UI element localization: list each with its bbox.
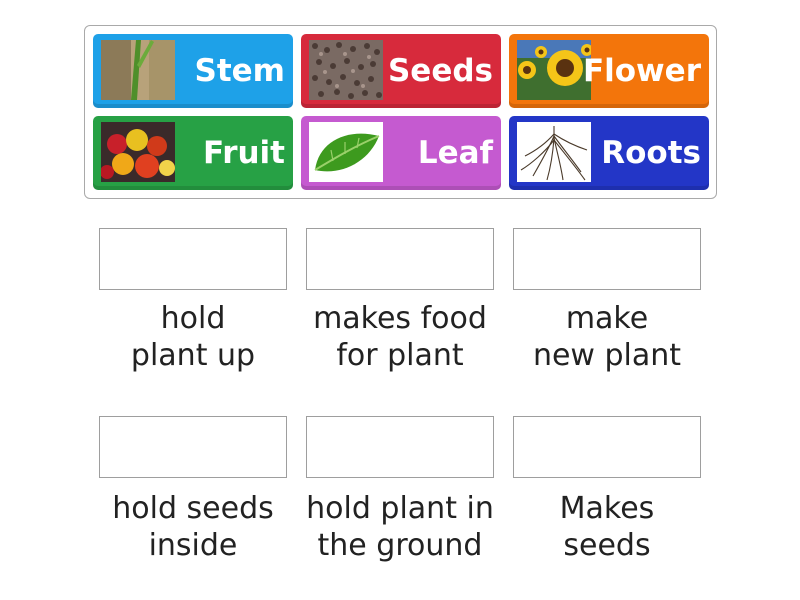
description-line: plant up bbox=[130, 338, 256, 373]
sunflower-image bbox=[517, 40, 591, 100]
tile-fruit[interactable]: Fruit bbox=[93, 116, 293, 190]
target-description: make new plant bbox=[497, 300, 717, 374]
drop-zone-3[interactable] bbox=[513, 228, 701, 290]
tile-leaf[interactable]: Leaf bbox=[301, 116, 501, 190]
description-line: the ground bbox=[317, 528, 483, 563]
target-description: hold plant up bbox=[83, 300, 303, 374]
tile-label: Stem bbox=[194, 52, 285, 89]
description-line: hold plant in bbox=[306, 491, 494, 526]
description-line: make bbox=[565, 301, 649, 336]
tile-label: Seeds bbox=[387, 52, 493, 89]
target-description: hold plant in the ground bbox=[290, 490, 510, 564]
target-description: hold seeds inside bbox=[83, 490, 303, 564]
tile-roots[interactable]: Roots bbox=[509, 116, 709, 190]
leaf-image bbox=[309, 122, 383, 182]
description-line: hold bbox=[160, 301, 226, 336]
tile-label: Leaf bbox=[417, 134, 493, 171]
drop-zone-1[interactable] bbox=[99, 228, 287, 290]
tile-seeds[interactable]: Seeds bbox=[301, 34, 501, 108]
description-line: for plant bbox=[336, 338, 464, 373]
description-line: seeds bbox=[563, 528, 651, 563]
tile-label: Fruit bbox=[203, 134, 285, 171]
description-line: makes food bbox=[313, 301, 487, 336]
seeds-image bbox=[309, 40, 383, 100]
drop-zone-2[interactable] bbox=[306, 228, 494, 290]
tile-label: Roots bbox=[601, 134, 701, 171]
drop-zone-5[interactable] bbox=[306, 416, 494, 478]
target-description: makes food for plant bbox=[290, 300, 510, 374]
roots-image bbox=[517, 122, 591, 182]
drop-zone-4[interactable] bbox=[99, 416, 287, 478]
description-line: new plant bbox=[532, 338, 682, 373]
fruit-image bbox=[101, 122, 175, 182]
description-line: Makes bbox=[559, 491, 655, 526]
stem-image bbox=[101, 40, 175, 100]
description-line: hold seeds bbox=[112, 491, 274, 526]
answer-tray: Stem Seeds Flower Fruit Leaf Roots bbox=[84, 25, 717, 199]
drop-zone-6[interactable] bbox=[513, 416, 701, 478]
tile-flower[interactable]: Flower bbox=[509, 34, 709, 108]
tile-stem[interactable]: Stem bbox=[93, 34, 293, 108]
description-line: inside bbox=[148, 528, 238, 563]
tile-label: Flower bbox=[582, 52, 701, 89]
target-description: Makes seeds bbox=[497, 490, 717, 564]
